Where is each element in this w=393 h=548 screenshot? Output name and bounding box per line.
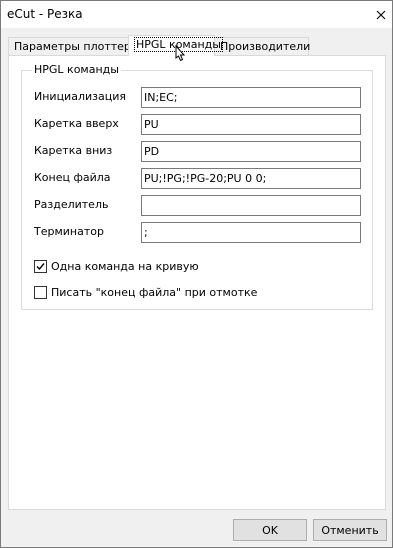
tab-plotter-params[interactable]: Параметры плоттера	[8, 37, 138, 55]
field-label: Инициализация	[34, 90, 126, 103]
field-label: Терминатор	[34, 225, 104, 238]
one-command-per-curve-option[interactable]: Одна команда на кривую	[34, 258, 199, 274]
terminator-input[interactable]	[141, 222, 361, 243]
pen-down-input[interactable]	[141, 141, 361, 162]
tab-label: Производители	[220, 40, 311, 53]
checkbox-label: Одна команда на кривую	[51, 259, 199, 273]
tab-panel: HPGL команды Инициализация Каретка вверх…	[8, 55, 386, 510]
close-button[interactable]	[370, 1, 392, 28]
write-end-file-checkbox[interactable]	[34, 285, 47, 299]
write-end-file-on-rewind-option[interactable]: Писать "конец файла" при отмотке	[34, 284, 257, 300]
init-input[interactable]	[141, 87, 361, 108]
tab-strip: Параметры плоттера HPGL команды Производ…	[1, 35, 392, 56]
field-label: Разделитель	[34, 198, 109, 211]
field-label: Каретка вверх	[34, 117, 119, 130]
field-row-init: Инициализация	[34, 87, 364, 108]
group-title: HPGL команды	[32, 63, 121, 76]
close-icon	[376, 10, 386, 19]
field-row-separator: Разделитель	[34, 195, 364, 216]
window-title: eCut - Резка	[7, 7, 83, 21]
pen-up-input[interactable]	[141, 114, 361, 135]
dialog-window: eCut - Резка Параметры плоттера HPGL ком…	[0, 0, 393, 548]
field-row-end-file: Конец файла	[34, 168, 364, 189]
cancel-button[interactable]: Отменить	[313, 519, 387, 541]
field-row-pen-down: Каретка вниз	[34, 141, 364, 162]
ok-label: OK	[262, 523, 278, 537]
end-file-input[interactable]	[141, 168, 361, 189]
tab-label: Параметры плоттера	[14, 40, 138, 53]
mouse-cursor-icon	[175, 45, 186, 62]
hpgl-group: HPGL команды Инициализация Каретка вверх…	[21, 63, 373, 310]
tab-hpgl-commands[interactable]: HPGL команды	[128, 35, 223, 56]
one-command-checkbox[interactable]	[34, 259, 47, 273]
cancel-label: Отменить	[321, 523, 379, 537]
tab-manufacturers[interactable]: Производители	[214, 37, 311, 55]
field-row-pen-up: Каретка вверх	[34, 114, 364, 135]
ok-button[interactable]: OK	[233, 519, 307, 541]
title-bar: eCut - Резка	[1, 1, 392, 28]
checkbox-label: Писать "конец файла" при отмотке	[51, 285, 258, 299]
separator-input[interactable]	[141, 195, 361, 216]
field-label: Каретка вниз	[34, 144, 113, 157]
field-label: Конец файла	[34, 171, 111, 184]
checkmark-icon	[36, 262, 45, 270]
field-row-terminator: Терминатор	[34, 222, 364, 243]
